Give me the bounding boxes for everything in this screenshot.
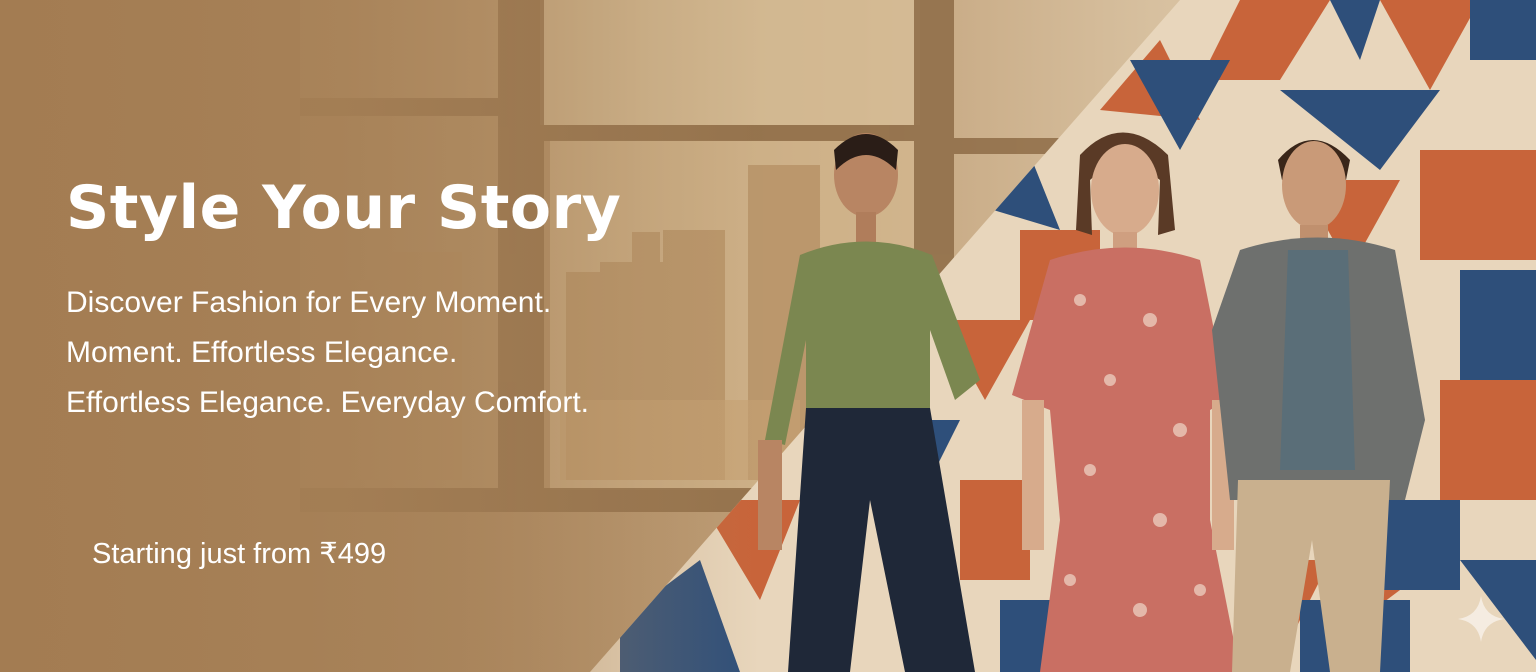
model-right <box>1212 140 1425 672</box>
sparkle-icon <box>1458 596 1504 642</box>
model-center <box>1012 132 1240 672</box>
tagline-line: Discover Fashion for Every Moment. <box>66 286 552 319</box>
hero-copy: Style Your Story Discover Fashion for Ev… <box>66 168 766 428</box>
tagline-line: Effortless Elegance. Everyday Comfort. <box>66 386 590 419</box>
model-left <box>758 133 980 672</box>
hero-banner[interactable]: Style Your Story Discover Fashion for Ev… <box>0 0 1536 672</box>
hero-tagline: Discover Fashion for Every Moment. Momen… <box>66 278 766 428</box>
tagline-line: Moment. Effortless Elegance. <box>66 336 458 369</box>
price-callout[interactable]: Starting just from ₹499 <box>92 534 386 574</box>
hero-headline: Style Your Story <box>66 173 622 243</box>
